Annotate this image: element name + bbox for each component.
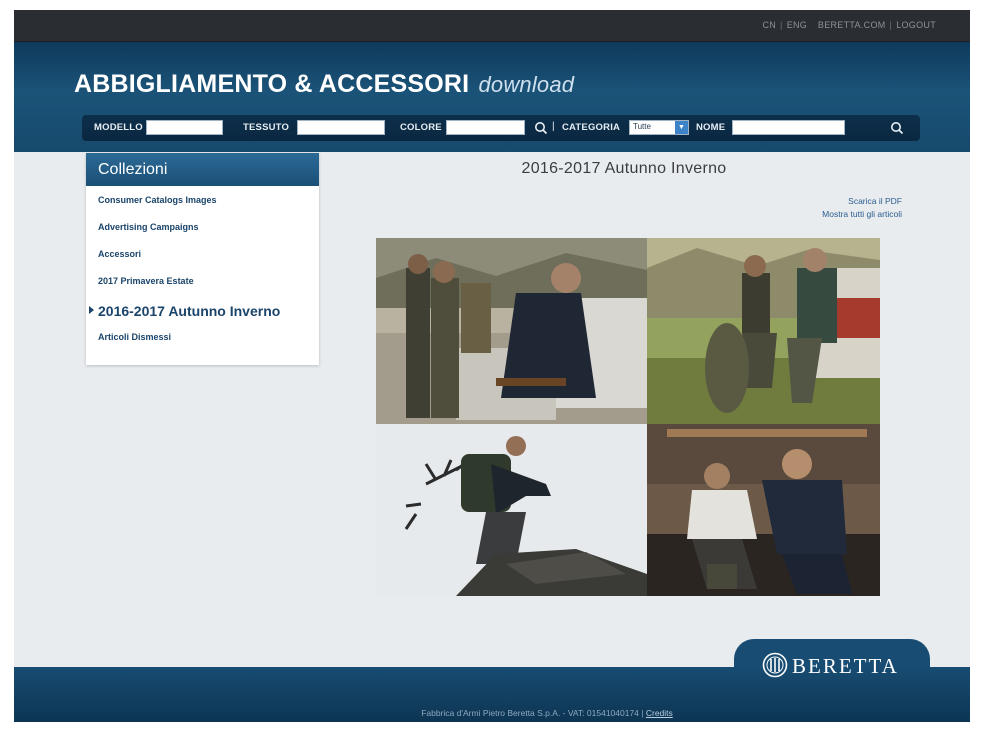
collection-photo[interactable] bbox=[647, 424, 880, 596]
site-title-sub: download bbox=[478, 72, 575, 97]
top-bar: CN | ENG BERETTA.COM | LOGOUT bbox=[14, 10, 970, 42]
colore-label: COLORE bbox=[400, 122, 442, 133]
sidebar-item-accessori[interactable]: Accessori bbox=[98, 249, 307, 259]
sidebar-item-2017-primavera-estate[interactable]: 2017 Primavera Estate bbox=[98, 276, 307, 286]
search-icon[interactable] bbox=[890, 121, 904, 135]
beretta-com-link[interactable]: BERETTA.COM bbox=[818, 20, 886, 30]
footer-company: Fabbrica d'Armi Pietro Beretta S.p.A. - … bbox=[421, 708, 646, 718]
action-links: Scarica il PDF Mostra tutti gli articoli bbox=[822, 195, 902, 221]
lang-cn-link[interactable]: CN bbox=[762, 20, 776, 30]
tessuto-label: TESSUTO bbox=[243, 122, 290, 133]
collections-sidebar: Collezioni Consumer Catalogs Images Adve… bbox=[86, 153, 319, 365]
beretta-emblem-icon bbox=[762, 652, 788, 678]
beretta-logo[interactable]: BERETTA bbox=[762, 652, 899, 679]
download-pdf-link[interactable]: Scarica il PDF bbox=[822, 195, 902, 208]
show-all-items-link[interactable]: Mostra tutti gli articoli bbox=[822, 208, 902, 221]
chevron-down-icon: ▼ bbox=[675, 121, 688, 134]
sidebar-item-advertising-campaigns[interactable]: Advertising Campaigns bbox=[98, 222, 307, 232]
sidebar-item-2016-2017-autunno-inverno[interactable]: 2016-2017 Autunno Inverno bbox=[89, 303, 307, 319]
credits-link[interactable]: Credits bbox=[646, 708, 673, 718]
search-bar: MODELLO TESSUTO COLORE | CATEGORIA Tutte… bbox=[82, 115, 920, 141]
collection-photo[interactable] bbox=[376, 424, 647, 596]
nome-input[interactable] bbox=[732, 120, 845, 135]
modello-input[interactable] bbox=[146, 120, 223, 135]
top-links: CN | ENG BERETTA.COM | LOGOUT bbox=[762, 20, 936, 30]
search-icon[interactable] bbox=[534, 121, 548, 135]
search-separator: | bbox=[552, 121, 555, 132]
collection-photo[interactable] bbox=[647, 238, 880, 424]
site-header: ABBIGLIAMENTO & ACCESSORI download MODEL… bbox=[14, 42, 970, 152]
page-frame: CN | ENG BERETTA.COM | LOGOUT ABBIGLIAMENTO … bbox=[14, 10, 970, 722]
colore-input[interactable] bbox=[446, 120, 525, 135]
sidebar-item-consumer-catalogs[interactable]: Consumer Catalogs Images bbox=[98, 195, 307, 205]
collection-gallery bbox=[376, 238, 880, 596]
sidebar-item-articoli-dismessi[interactable]: Articoli Dismessi bbox=[98, 332, 307, 342]
tessuto-input[interactable] bbox=[297, 120, 385, 135]
collection-photo[interactable] bbox=[376, 238, 647, 424]
logout-link[interactable]: LOGOUT bbox=[896, 20, 936, 30]
beretta-logo-text: BERETTA bbox=[792, 654, 899, 678]
site-title: ABBIGLIAMENTO & ACCESSORI download bbox=[74, 70, 574, 99]
categoria-label: CATEGORIA bbox=[562, 122, 621, 133]
categoria-select[interactable]: Tutte ▼ bbox=[629, 120, 689, 135]
nome-label: NOME bbox=[696, 122, 726, 133]
categoria-select-value: Tutte bbox=[633, 122, 651, 131]
site-title-main: ABBIGLIAMENTO & ACCESSORI bbox=[74, 70, 470, 98]
modello-label: MODELLO bbox=[94, 122, 143, 133]
footer-text: Fabbrica d'Armi Pietro Beretta S.p.A. - … bbox=[14, 708, 970, 718]
page-title: 2016-2017 Autunno Inverno bbox=[521, 160, 727, 177]
sidebar-heading: Collezioni bbox=[86, 153, 319, 186]
sidebar-list: Consumer Catalogs Images Advertising Cam… bbox=[86, 186, 319, 368]
lang-eng-link[interactable]: ENG bbox=[787, 20, 807, 30]
